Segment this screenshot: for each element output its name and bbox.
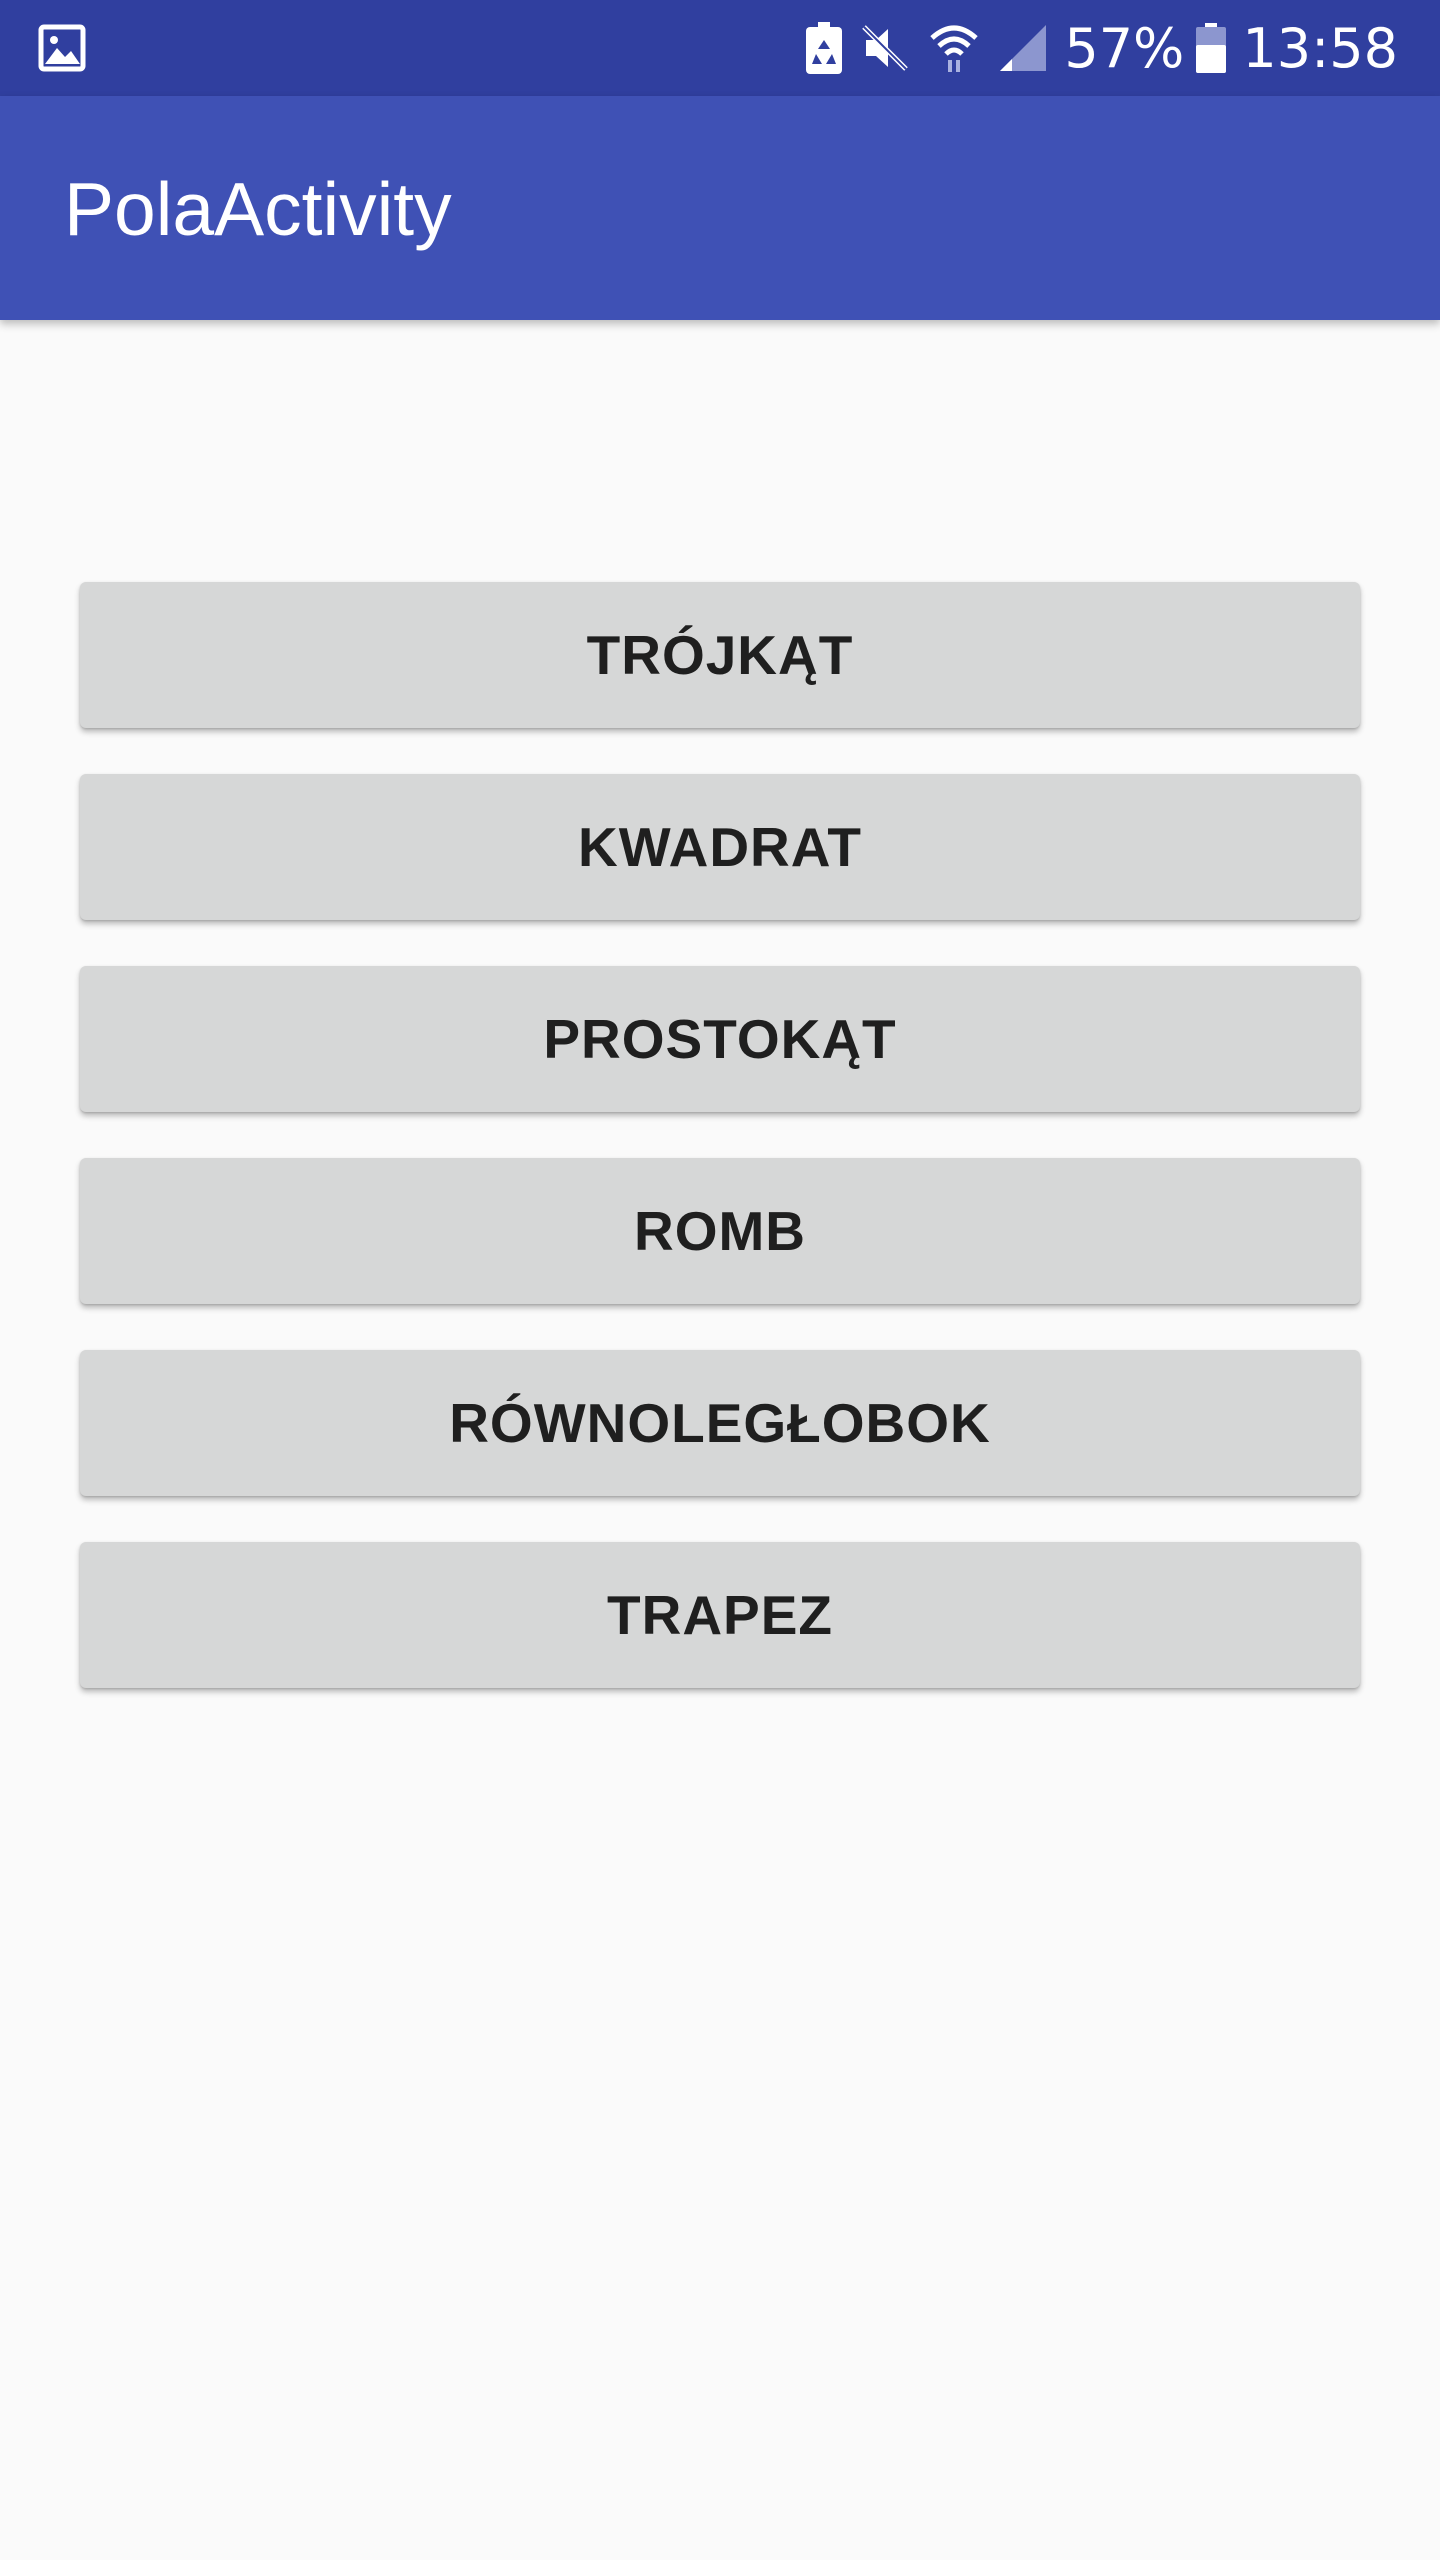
button-label: TRÓJKĄT bbox=[586, 624, 854, 686]
main-content: TRÓJKĄT KWADRAT PROSTOKĄT ROMB RÓWNOLEGŁ… bbox=[0, 320, 1440, 2560]
clock: 13:58 bbox=[1242, 16, 1398, 80]
signal-icon bbox=[998, 23, 1048, 73]
app-bar: PolaActivity bbox=[0, 96, 1440, 320]
wifi-icon bbox=[928, 22, 980, 74]
button-label: RÓWNOLEGŁOBOK bbox=[449, 1392, 991, 1454]
button-label: ROMB bbox=[633, 1200, 807, 1262]
triangle-button[interactable]: TRÓJKĄT bbox=[80, 582, 1360, 728]
button-label: TRAPEZ bbox=[607, 1584, 833, 1646]
trapezoid-button[interactable]: TRAPEZ bbox=[80, 1542, 1360, 1688]
button-label: KWADRAT bbox=[578, 816, 862, 878]
image-notification-icon bbox=[38, 24, 86, 72]
rectangle-button[interactable]: PROSTOKĄT bbox=[80, 966, 1360, 1112]
battery-icon bbox=[1196, 23, 1227, 73]
status-icons: 57% 13:58 bbox=[788, 0, 1398, 96]
mute-icon bbox=[860, 23, 910, 73]
square-button[interactable]: KWADRAT bbox=[80, 774, 1360, 920]
battery-percent: 57% bbox=[1064, 16, 1185, 80]
status-bar: 57% 13:58 bbox=[0, 0, 1440, 96]
button-label: PROSTOKĄT bbox=[543, 1008, 897, 1070]
page-title: PolaActivity bbox=[64, 167, 452, 251]
parallelogram-button[interactable]: RÓWNOLEGŁOBOK bbox=[80, 1350, 1360, 1496]
rhombus-button[interactable]: ROMB bbox=[80, 1158, 1360, 1304]
battery-saver-icon bbox=[806, 22, 843, 74]
